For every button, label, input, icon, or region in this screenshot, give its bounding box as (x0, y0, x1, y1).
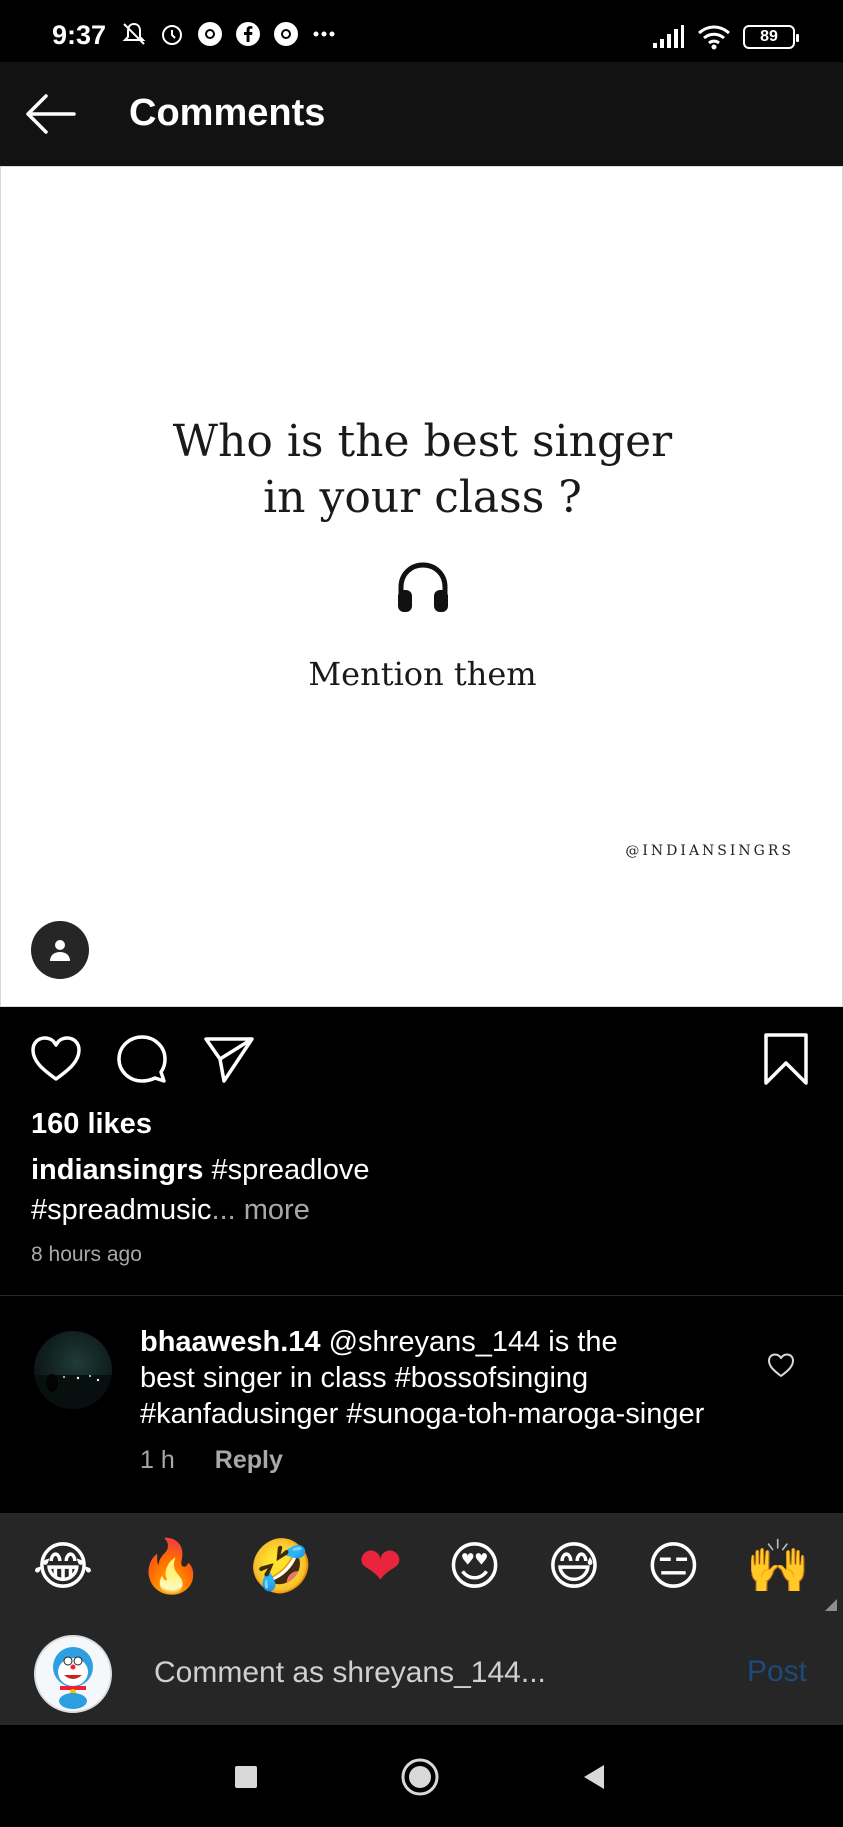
post-headline-line1: Who is the best singer (172, 416, 673, 467)
status-time: 9:37 (52, 20, 107, 50)
emoji-joy[interactable]: 😂 (33, 1537, 94, 1597)
divider (0, 1295, 843, 1296)
comment-heart-icon[interactable] (766, 1350, 796, 1380)
comment-meta: 1 h Reply (140, 1446, 283, 1475)
comment-text-2[interactable]: best singer in class #bossofsinging (140, 1360, 760, 1396)
alarm-icon (162, 25, 182, 45)
more-dots-icon (313, 31, 335, 37)
likes-count[interactable]: 160 likes (31, 1108, 152, 1141)
caption-text-2[interactable]: #spreadmusic (31, 1194, 212, 1226)
post-headline: Who is the best singer in your class ? (1, 414, 843, 526)
comment-text: bhaawesh.14 @shreyans_144 is the best si… (140, 1324, 760, 1432)
tagged-users-button[interactable] (31, 921, 89, 979)
emoji-bar-corner (825, 1599, 837, 1611)
caption-more-link[interactable]: ... more (212, 1194, 310, 1226)
post-actions (0, 1007, 843, 1107)
post-timestamp: 8 hours ago (31, 1243, 142, 1266)
comment-time: 1 h (140, 1446, 175, 1474)
signal-icon (653, 25, 684, 48)
caption-username[interactable]: indiansingrs (31, 1154, 203, 1186)
comment-username[interactable]: bhaawesh.14 (140, 1326, 321, 1358)
emoji-raised-hands[interactable]: 🙌 (746, 1537, 811, 1597)
person-icon (50, 940, 70, 961)
emoji-fire[interactable]: 🔥 (139, 1537, 204, 1597)
reply-button[interactable]: Reply (215, 1446, 283, 1475)
back-nav-icon[interactable] (572, 1755, 616, 1799)
my-avatar (34, 1635, 112, 1713)
post-image[interactable]: Who is the best singer in your class ? M… (0, 166, 843, 1007)
avatar-image (36, 1637, 110, 1711)
system-nav-bar (0, 1725, 843, 1827)
post-caption: indiansingrs #spreadlove #spreadmusic...… (31, 1150, 791, 1230)
notification-icons (120, 20, 338, 48)
arrow-left-icon[interactable] (22, 90, 78, 138)
mute-bell-icon (122, 22, 146, 45)
system-status: 89 (651, 24, 799, 50)
chrome-icon (198, 22, 222, 46)
emoji-heart-eyes[interactable]: 😍 (447, 1537, 501, 1597)
heart-icon[interactable] (28, 1031, 84, 1087)
wifi-icon (698, 25, 730, 50)
status-bar: 9:37 89 (0, 0, 843, 62)
battery-level: 89 (760, 28, 778, 45)
chrome-icon (274, 22, 298, 46)
post-button[interactable]: Post (747, 1655, 807, 1689)
post-subtext: Mention them (308, 655, 537, 693)
emoji-sweat-smile[interactable]: 😅 (547, 1537, 601, 1597)
emoji-heart[interactable]: ❤ (359, 1537, 403, 1597)
app-bar: Comments (0, 62, 843, 166)
comment-input[interactable] (154, 1651, 714, 1695)
headphones-icon (398, 562, 448, 612)
share-icon[interactable] (200, 1031, 256, 1087)
battery-icon: 89 (743, 25, 799, 49)
post-watermark: @INDIANSINGRS (625, 843, 794, 859)
page-title: Comments (129, 92, 326, 134)
comment-text-3[interactable]: #kanfadusinger #sunoga-toh-maroga-singer (140, 1396, 760, 1432)
post-headline-line2: in your class ? (263, 472, 582, 523)
avatar-image (34, 1374, 112, 1409)
emoji-expressionless[interactable]: 😑 (646, 1537, 700, 1597)
emoji-quick-bar: 😂 🔥 🤣 ❤ 😍 😅 😑 🙌 (0, 1513, 843, 1621)
comment-composer: Post (0, 1621, 843, 1725)
comment-text-1[interactable]: @shreyans_144 is the (321, 1326, 618, 1358)
home-icon[interactable] (398, 1755, 442, 1799)
caption-text-1[interactable]: #spreadlove (203, 1154, 369, 1186)
emoji-rofl[interactable]: 🤣 (249, 1537, 314, 1597)
facebook-icon (236, 22, 260, 46)
commenter-avatar[interactable] (34, 1331, 112, 1409)
comment-icon[interactable] (114, 1031, 170, 1087)
bookmark-icon[interactable] (758, 1031, 814, 1087)
recents-icon[interactable] (224, 1755, 268, 1799)
